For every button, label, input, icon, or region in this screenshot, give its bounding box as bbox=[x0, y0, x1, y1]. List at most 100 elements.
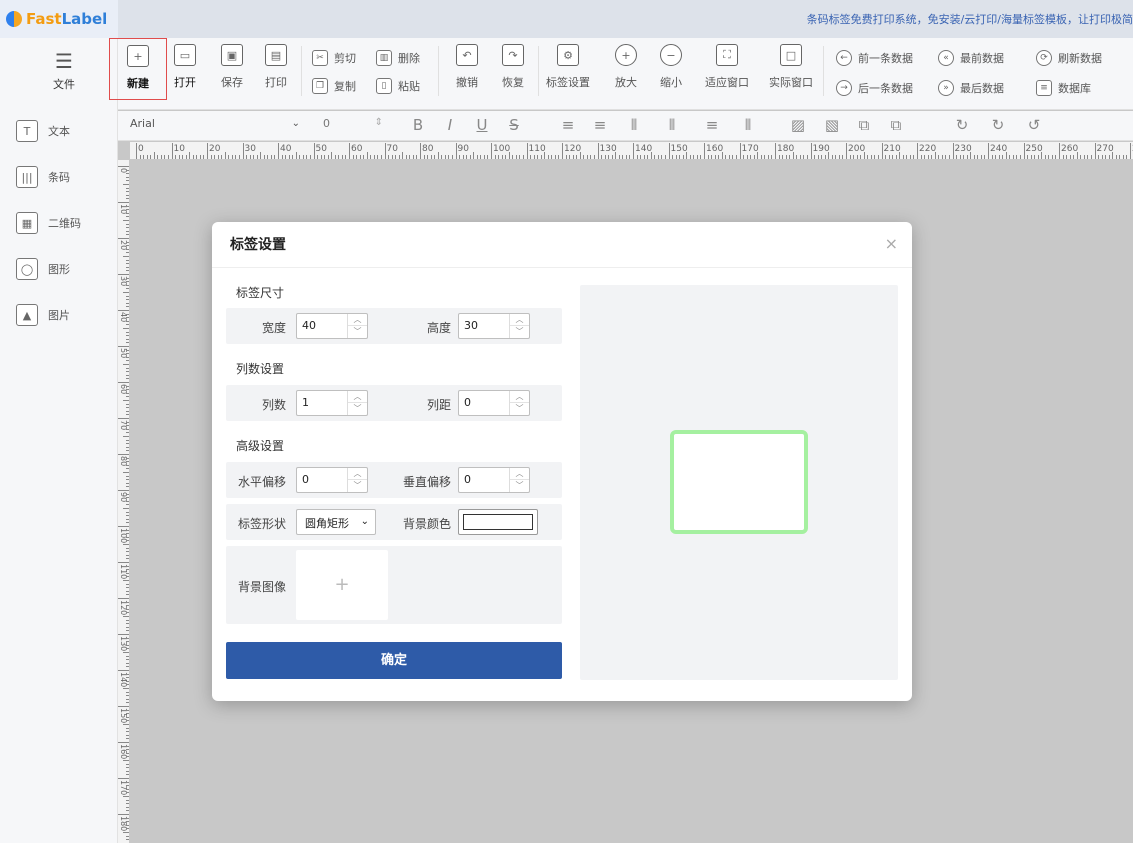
delete-button[interactable]: ▥ 删除 bbox=[376, 50, 420, 66]
zoom-out-button[interactable]: − 缩小 bbox=[660, 44, 682, 90]
ruler-minor-tick bbox=[1115, 155, 1117, 159]
columns-stepper[interactable]: 1 ︿ ﹀ bbox=[296, 390, 368, 416]
chevron-down-icon[interactable]: ﹀ bbox=[510, 326, 529, 338]
print-button[interactable]: ▤ 打印 bbox=[265, 44, 287, 90]
rotate-180-icon[interactable]: ↻ bbox=[988, 115, 1008, 135]
distribute-icon[interactable]: ⫴ bbox=[738, 115, 758, 135]
ruler-minor-tick bbox=[927, 155, 929, 159]
bg-image-upload[interactable]: + bbox=[296, 550, 388, 620]
paste-button[interactable]: ▯ 粘贴 bbox=[376, 78, 420, 94]
redo-button[interactable]: ↷ 恢复 bbox=[502, 44, 524, 90]
v-offset-stepper[interactable]: 0 ︿ ﹀ bbox=[458, 467, 530, 493]
ruler-minor-tick bbox=[789, 155, 791, 159]
sidebar-item-image[interactable]: ▲ 图片 bbox=[16, 302, 112, 328]
undo-button[interactable]: ↶ 撤销 bbox=[456, 44, 478, 90]
font-size-stepper[interactable]: 0 ⇕ bbox=[323, 117, 383, 135]
chevron-up-icon[interactable]: ︿ bbox=[348, 314, 367, 326]
ruler-minor-tick bbox=[554, 155, 556, 159]
send-back-icon[interactable]: ⧉ bbox=[886, 115, 906, 135]
ruler-minor-tick bbox=[123, 616, 129, 617]
ruler-minor-tick bbox=[126, 590, 129, 592]
confirm-button[interactable]: 确定 bbox=[226, 642, 562, 679]
height-stepper[interactable]: 30 ︿ ﹀ bbox=[458, 313, 530, 339]
bring-front-icon[interactable]: ⧉ bbox=[854, 115, 874, 135]
database-button[interactable]: ≡ 数据库 bbox=[1036, 80, 1091, 96]
align-middle-icon[interactable]: ≡ bbox=[702, 115, 722, 135]
zoom-in-button[interactable]: + 放大 bbox=[615, 44, 637, 90]
chevron-down-icon[interactable]: ﹀ bbox=[348, 403, 367, 415]
zoom-in-icon: + bbox=[615, 44, 637, 66]
cut-button[interactable]: ✂ 剪切 bbox=[312, 50, 356, 66]
width-stepper[interactable]: 40 ︿ ﹀ bbox=[296, 313, 368, 339]
align-top-icon[interactable]: ⫴ bbox=[624, 115, 644, 135]
ruler-minor-tick bbox=[126, 266, 129, 268]
font-family-select[interactable]: Arial ⌄ bbox=[130, 117, 300, 135]
chevron-down-icon[interactable]: ﹀ bbox=[510, 480, 529, 492]
last-record-button[interactable]: » 最后数据 bbox=[938, 80, 1004, 96]
first-record-button[interactable]: « 最前数据 bbox=[938, 50, 1004, 66]
ruler-minor-tick bbox=[409, 155, 411, 159]
chevron-down-icon[interactable]: ﹀ bbox=[348, 326, 367, 338]
ruler-minor-tick bbox=[126, 551, 129, 553]
close-icon[interactable]: × bbox=[885, 234, 898, 253]
align-center-icon[interactable]: ≡ bbox=[590, 115, 610, 135]
label-settings-label: 标签设置 bbox=[546, 76, 590, 89]
ruler-major-tick bbox=[171, 143, 173, 159]
h-offset-stepper[interactable]: 0 ︿ ﹀ bbox=[296, 467, 368, 493]
ruler-minor-tick bbox=[1073, 155, 1075, 159]
ruler-minor-tick bbox=[126, 806, 129, 808]
actual-size-button[interactable]: □ 实际窗口 bbox=[769, 44, 813, 90]
sidebar-item-text[interactable]: T 文本 bbox=[16, 118, 112, 144]
chevron-up-icon[interactable]: ︿ bbox=[510, 314, 529, 326]
bold-icon[interactable]: B bbox=[408, 115, 428, 135]
ruler-minor-tick bbox=[902, 155, 904, 159]
column-gap-stepper[interactable]: 0 ︿ ﹀ bbox=[458, 390, 530, 416]
chevron-down-icon[interactable]: ﹀ bbox=[348, 480, 367, 492]
open-button[interactable]: ▭ 打开 bbox=[174, 44, 196, 90]
chevron-down-icon[interactable]: ﹀ bbox=[510, 403, 529, 415]
layer-up-icon[interactable]: ▨ bbox=[788, 115, 808, 135]
layer-down-icon[interactable]: ▧ bbox=[822, 115, 842, 135]
new-button[interactable]: + 新建 bbox=[109, 38, 167, 100]
italic-icon[interactable]: I bbox=[440, 115, 460, 135]
chevron-up-icon[interactable]: ︿ bbox=[510, 391, 529, 403]
sidebar-item-shape[interactable]: ◯ 图形 bbox=[16, 256, 112, 282]
ruler-minor-tick bbox=[157, 155, 159, 159]
align-bottom-icon[interactable]: ⫴ bbox=[662, 115, 682, 135]
rotate-90-icon[interactable]: ↻ bbox=[952, 115, 972, 135]
ruler-minor-tick bbox=[593, 155, 595, 159]
label-settings-button[interactable]: ⚙ 标签设置 bbox=[546, 44, 590, 90]
chevron-up-icon[interactable]: ︿ bbox=[510, 468, 529, 480]
chevron-up-icon[interactable]: ︿ bbox=[348, 391, 367, 403]
chevron-up-icon[interactable]: ︿ bbox=[348, 468, 367, 480]
copy-label: 复制 bbox=[334, 80, 356, 93]
rotate-270-icon[interactable]: ↺ bbox=[1024, 115, 1044, 135]
ruler-minor-tick bbox=[874, 155, 876, 159]
app-logo[interactable]: Fast Label bbox=[0, 0, 118, 38]
align-left-icon[interactable]: ≡ bbox=[558, 115, 578, 135]
ruler-minor-tick bbox=[126, 695, 129, 697]
ruler-minor-tick bbox=[821, 155, 823, 159]
strikethrough-icon[interactable]: S bbox=[504, 115, 524, 135]
slogan-link[interactable]: 条码标签免费打印系统，免安装/云打印/海量标签模板，让打印极简 bbox=[807, 11, 1133, 27]
actual-size-icon: □ bbox=[780, 44, 802, 66]
fit-window-button[interactable]: ⛶ 适应窗口 bbox=[705, 44, 749, 90]
ruler-minor-tick bbox=[522, 155, 524, 159]
sidebar-item-qrcode[interactable]: ▦ 二维码 bbox=[16, 210, 112, 236]
shape-select[interactable]: 圆角矩形 ⌄ bbox=[296, 509, 376, 535]
ruler-minor-tick bbox=[796, 155, 798, 159]
horizontal-ruler: 0 10 20 30 40 50 60 70 80 90 100 110 120 130 140 150 160… bbox=[130, 142, 1133, 160]
prev-record-button[interactable]: ← 前一条数据 bbox=[836, 50, 913, 66]
next-record-button[interactable]: → 后一条数据 bbox=[836, 80, 913, 96]
ruler-minor-tick bbox=[899, 152, 901, 159]
file-menu-button[interactable]: ☰ 文件 bbox=[40, 50, 88, 92]
sidebar-item-barcode[interactable]: ||| 条码 bbox=[16, 164, 112, 190]
refresh-data-button[interactable]: ⟳ 刷新数据 bbox=[1036, 50, 1102, 66]
ruler-minor-tick bbox=[126, 666, 129, 668]
bg-color-picker[interactable] bbox=[458, 509, 538, 535]
ruler-label: 100 bbox=[493, 144, 511, 154]
ruler-minor-tick bbox=[995, 155, 997, 159]
copy-button[interactable]: ❐ 复制 bbox=[312, 78, 356, 94]
save-button[interactable]: ▣ 保存 bbox=[221, 44, 243, 90]
underline-icon[interactable]: U bbox=[472, 115, 492, 135]
